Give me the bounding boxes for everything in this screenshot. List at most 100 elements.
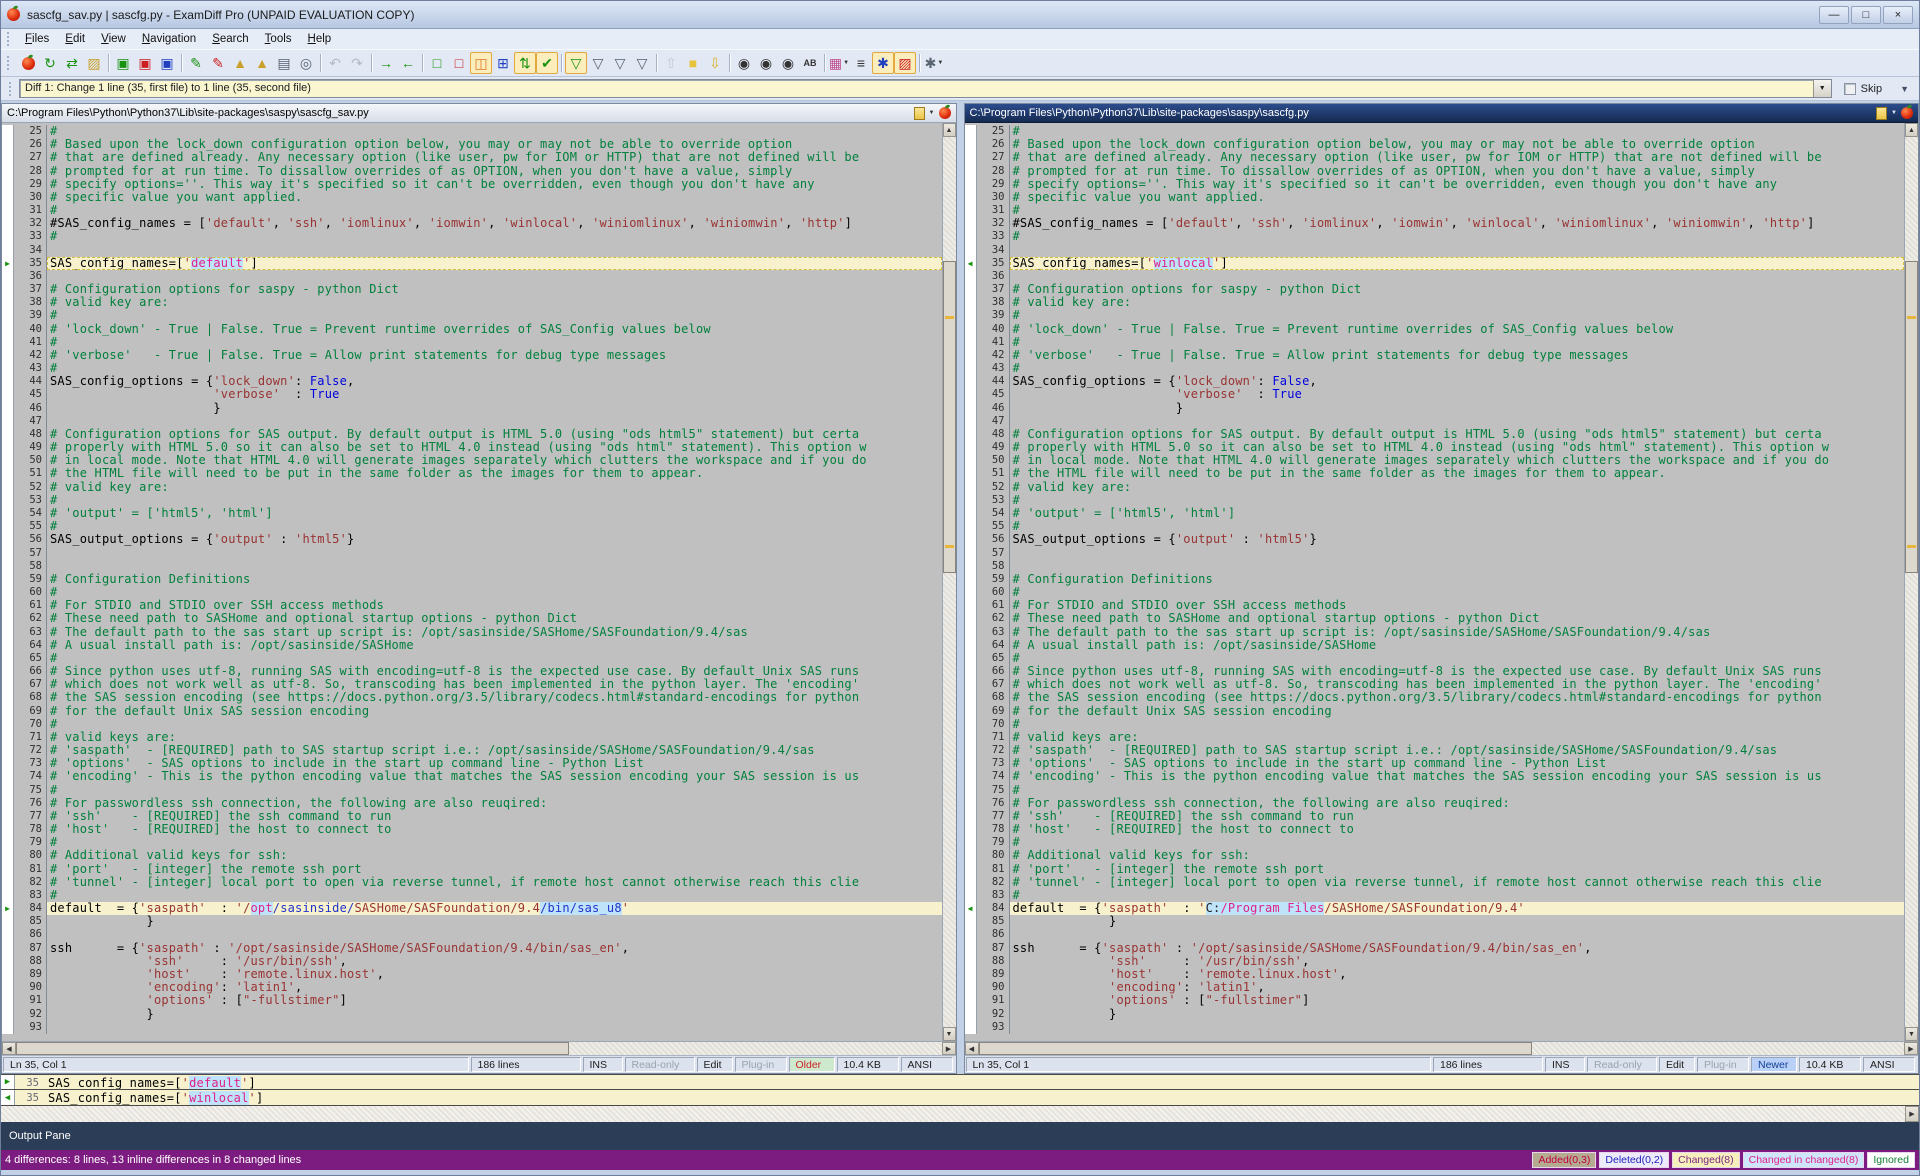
code-line-79[interactable]: 79# xyxy=(2,836,942,849)
code-line-71[interactable]: 71# valid keys are: xyxy=(965,731,1905,744)
code-line-52[interactable]: 52# valid key are: xyxy=(965,481,1905,494)
pick-first-file-icon[interactable]: ▲ xyxy=(229,52,251,74)
code-line-74[interactable]: 74# 'encoding' - This is the python enco… xyxy=(965,770,1905,783)
code-line-65[interactable]: 65# xyxy=(965,652,1905,665)
code-line-81[interactable]: 81# 'port' - [integer] the remote ssh po… xyxy=(965,863,1905,876)
filter-deleted-icon[interactable]: ▽ xyxy=(631,52,653,74)
diffbar-grip[interactable] xyxy=(9,82,15,96)
code-line-51[interactable]: 51# the HTML file will need to be put in… xyxy=(965,467,1905,480)
code-line-87[interactable]: 87ssh = {'saspath' : '/opt/sasinside/SAS… xyxy=(965,942,1905,955)
synchronize-scrolling-icon[interactable]: ⇅ xyxy=(514,52,536,74)
code-line-62[interactable]: 62# These need path to SASHome and optio… xyxy=(965,612,1905,625)
save-first-file-icon[interactable]: ▣ xyxy=(112,52,134,74)
code-line-31[interactable]: 31# xyxy=(965,204,1905,217)
code-line-79[interactable]: 79# xyxy=(965,836,1905,849)
code-line-45[interactable]: 45 'verbose' : True xyxy=(965,388,1905,401)
code-line-76[interactable]: 76# For passwordless ssh connection, the… xyxy=(2,797,942,810)
code-line-90[interactable]: 90 'encoding': 'latin1', xyxy=(2,981,942,994)
code-line-39[interactable]: 39# xyxy=(965,309,1905,322)
output-pane-bar[interactable]: Output Pane xyxy=(1,1122,1919,1150)
code-line-71[interactable]: 71# valid keys are: xyxy=(2,731,942,744)
code-line-50[interactable]: 50# in local mode. Note that HTML 4.0 wi… xyxy=(965,454,1905,467)
code-line-43[interactable]: 43# xyxy=(2,362,942,375)
code-line-92[interactable]: 92 } xyxy=(965,1008,1905,1021)
code-line-77[interactable]: 77# 'ssh' - [REQUIRED] the ssh command t… xyxy=(965,810,1905,823)
left-scroll-right-icon[interactable]: ▶ xyxy=(942,1042,956,1055)
code-line-72[interactable]: 72# 'saspath' - [REQUIRED] path to SAS s… xyxy=(965,744,1905,757)
code-line-72[interactable]: 72# 'saspath' - [REQUIRED] path to SAS s… xyxy=(2,744,942,757)
maximize-button[interactable]: □ xyxy=(1851,6,1881,24)
left-scroll-left-icon[interactable]: ◀ xyxy=(2,1042,16,1055)
code-line-40[interactable]: 40# 'lock_down' - True | False. True = P… xyxy=(2,323,942,336)
code-line-86[interactable]: 86 xyxy=(2,928,942,941)
code-line-39[interactable]: 39# xyxy=(2,309,942,322)
code-line-53[interactable]: 53# xyxy=(2,494,942,507)
code-line-91[interactable]: 91 'options' : ["-fullstimer"] xyxy=(965,994,1905,1007)
right-scroll-left-icon[interactable]: ◀ xyxy=(965,1042,979,1055)
code-line-54[interactable]: 54# 'output' = ['html5', 'html'] xyxy=(2,507,942,520)
code-line-48[interactable]: 48# Configuration options for SAS output… xyxy=(2,428,942,441)
compare-files-icon[interactable] xyxy=(17,52,39,74)
code-line-28[interactable]: 28# prompted for at run time. To dissall… xyxy=(2,165,942,178)
menu-search[interactable]: Search xyxy=(204,31,256,47)
code-line-35[interactable]: ◀35SAS_config_names=['winlocal'] xyxy=(965,257,1905,270)
code-line-32[interactable]: 32#SAS_config_names = ['default', 'ssh',… xyxy=(965,217,1905,230)
code-line-84[interactable]: ◀84default = {'saspath' : 'C:/Program Fi… xyxy=(965,902,1905,915)
right-vscroll-thumb[interactable] xyxy=(1905,261,1918,573)
left-vertical-scrollbar[interactable]: ▲ ▼ xyxy=(942,123,956,1041)
current-diff-icon[interactable]: ■ xyxy=(682,52,704,74)
left-horizontal-scrollbar[interactable]: ◀ ▶ xyxy=(2,1041,956,1055)
code-line-37[interactable]: 37# Configuration options for saspy - py… xyxy=(2,283,942,296)
right-horizontal-scrollbar[interactable]: ◀ ▶ xyxy=(965,1041,1919,1055)
code-line-33[interactable]: 33# xyxy=(965,230,1905,243)
show-identical-lines-icon[interactable]: □ xyxy=(426,52,448,74)
code-line-75[interactable]: 75# xyxy=(965,784,1905,797)
code-line-93[interactable]: 93 xyxy=(965,1021,1905,1034)
code-line-61[interactable]: 61# For STDIO and STDIO over SSH access … xyxy=(965,599,1905,612)
undo-icon[interactable]: ↶ xyxy=(324,52,346,74)
code-line-85[interactable]: 85 } xyxy=(2,915,942,928)
print-icon[interactable]: ▤ xyxy=(273,52,295,74)
code-line-42[interactable]: 42# 'verbose' - True | False. True = All… xyxy=(2,349,942,362)
code-line-49[interactable]: 49# properly with HTML 5.0 so it can als… xyxy=(965,441,1905,454)
output-hscrollbar[interactable]: ▶ xyxy=(1,1106,1919,1122)
second-file-header[interactable]: C:\Program Files\Python\Python37\Lib\sit… xyxy=(965,104,1919,123)
code-line-48[interactable]: 48# Configuration options for SAS output… xyxy=(965,428,1905,441)
code-line-82[interactable]: 82# 'tunnel' - [integer] local port to o… xyxy=(965,876,1905,889)
save-all-icon[interactable]: ▣ xyxy=(156,52,178,74)
code-line-46[interactable]: 46 } xyxy=(2,402,942,415)
output-diff-row-1[interactable]: ▶35SAS_config_names=['default'] xyxy=(1,1074,1919,1090)
code-line-68[interactable]: 68# the SAS session encoding (see https:… xyxy=(965,691,1905,704)
code-line-73[interactable]: 73# 'options' - SAS options to include i… xyxy=(965,757,1905,770)
code-line-82[interactable]: 82# 'tunnel' - [integer] local port to o… xyxy=(2,876,942,889)
code-line-38[interactable]: 38# valid key are: xyxy=(2,296,942,309)
menu-grip[interactable] xyxy=(7,32,13,46)
code-line-89[interactable]: 89 'host' : 'remote.linux.host', xyxy=(2,968,942,981)
code-line-63[interactable]: 63# The default path to the sas start up… xyxy=(2,626,942,639)
code-line-85[interactable]: 85 } xyxy=(965,915,1905,928)
code-line-51[interactable]: 51# the HTML file will need to be put in… xyxy=(2,467,942,480)
menu-edit[interactable]: Edit xyxy=(57,31,93,47)
open-files-icon[interactable]: ▨ xyxy=(83,52,105,74)
diff-combo-dropdown-icon[interactable]: ▼ xyxy=(1813,80,1831,97)
code-line-29[interactable]: 29# specify options=''. This way it's sp… xyxy=(2,178,942,191)
code-line-80[interactable]: 80# Additional valid keys for ssh: xyxy=(2,849,942,862)
code-line-27[interactable]: 27# that are defined already. Any necess… xyxy=(2,151,942,164)
code-line-55[interactable]: 55# xyxy=(965,520,1905,533)
settings-icon[interactable]: ✱▼ xyxy=(923,52,945,74)
find-previous-icon[interactable]: ◉ xyxy=(777,52,799,74)
code-line-83[interactable]: 83# xyxy=(965,889,1905,902)
right-scroll-down-icon[interactable]: ▼ xyxy=(1905,1027,1918,1041)
code-line-45[interactable]: 45 'verbose' : True xyxy=(2,388,942,401)
code-line-27[interactable]: 27# that are defined already. Any necess… xyxy=(965,151,1905,164)
find-next-icon[interactable]: ◉ xyxy=(755,52,777,74)
code-line-87[interactable]: 87ssh = {'saspath' : '/opt/sasinside/SAS… xyxy=(2,942,942,955)
code-line-29[interactable]: 29# specify options=''. This way it's sp… xyxy=(965,178,1905,191)
code-line-55[interactable]: 55# xyxy=(2,520,942,533)
output-diff-row-2[interactable]: ◀35SAS_config_names=['winlocal'] xyxy=(1,1090,1919,1106)
find-icon[interactable]: ◉ xyxy=(733,52,755,74)
code-line-66[interactable]: 66# Since python uses utf-8, running SAS… xyxy=(2,665,942,678)
left-scroll-down-icon[interactable]: ▼ xyxy=(943,1027,956,1041)
code-line-59[interactable]: 59# Configuration Definitions xyxy=(2,573,942,586)
code-line-34[interactable]: 34 xyxy=(2,244,942,257)
